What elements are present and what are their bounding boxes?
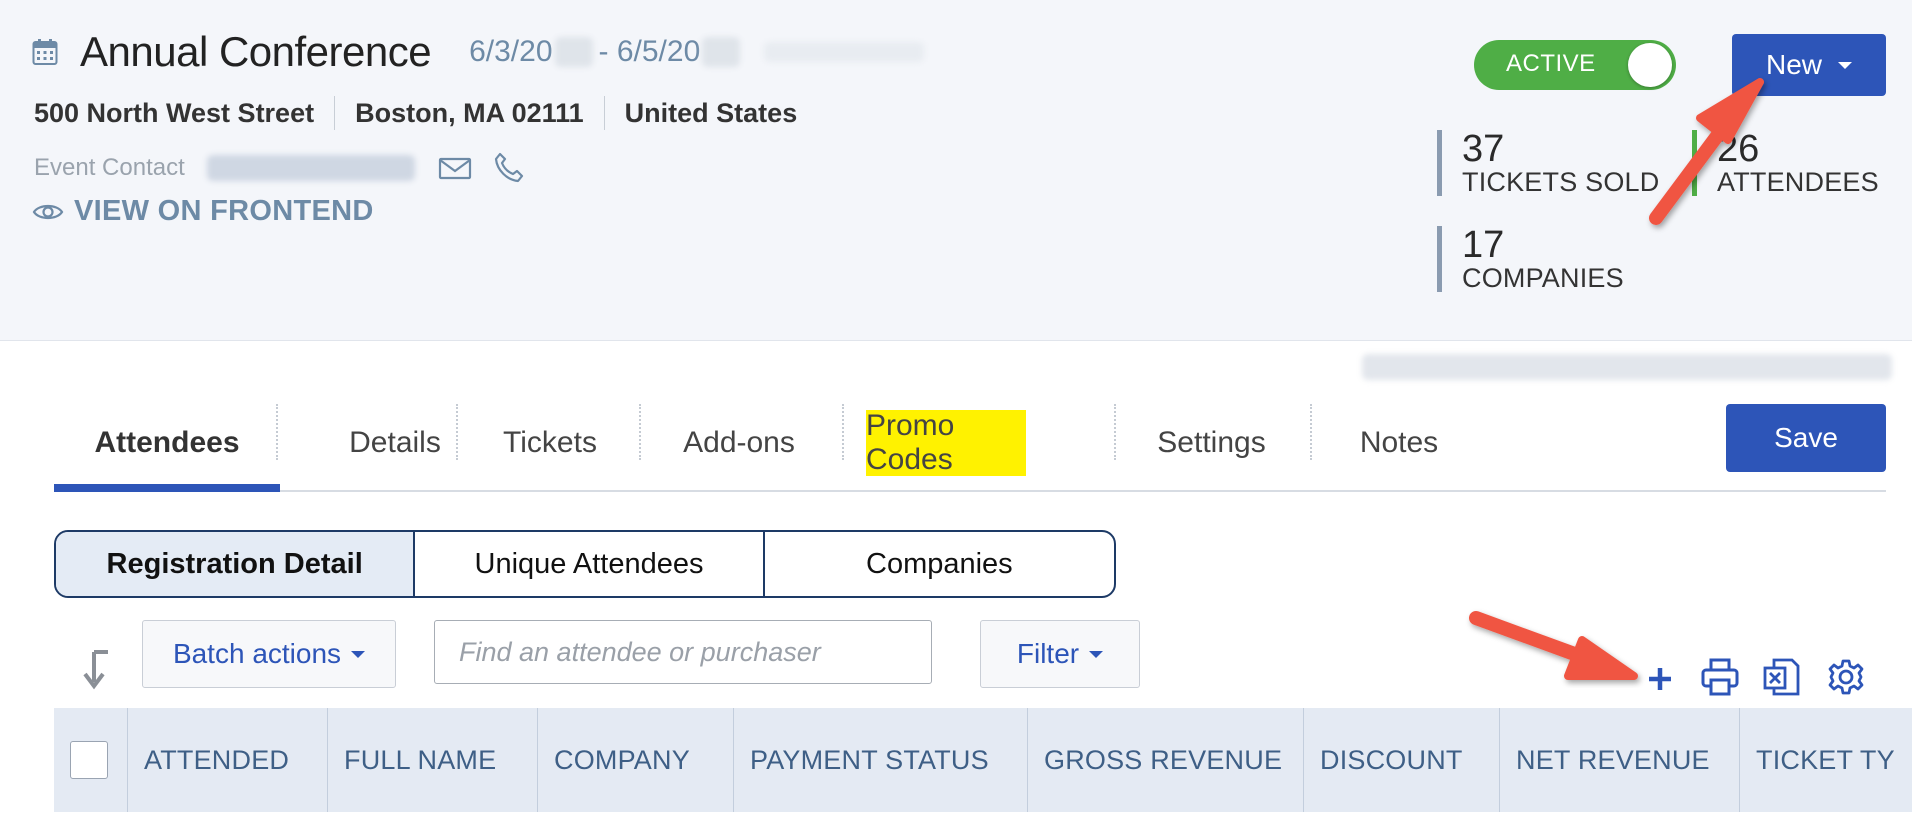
attendee-search-input[interactable]: [434, 620, 932, 684]
stat-companies: 17 COMPANIES: [1437, 226, 1624, 292]
column-label: ATTENDED: [144, 744, 290, 775]
tab-tickets[interactable]: Tickets: [456, 396, 644, 490]
tab-divider: [842, 404, 844, 460]
event-header: Annual Conference 6/3/20 - 6/5/20 500 No…: [0, 0, 1912, 341]
column-company[interactable]: COMPANY: [538, 708, 734, 812]
view-companies[interactable]: Companies: [762, 532, 1114, 596]
tab-label: Settings: [1157, 426, 1266, 459]
address-city: Boston, MA 02111: [355, 97, 584, 128]
phone-icon[interactable]: [491, 150, 527, 186]
stat-label: ATTENDEES: [1717, 167, 1879, 197]
tab-label: Notes: [1359, 426, 1439, 459]
select-all-cell: [54, 708, 128, 812]
column-attended[interactable]: ATTENDED: [128, 708, 328, 812]
event-address: 500 North West Street Boston, MA 02111 U…: [34, 96, 797, 130]
caret-down-icon: [351, 650, 366, 658]
stat-attendees: 26 ATTENDEES: [1692, 130, 1879, 196]
date-start: 6/3/20: [469, 35, 553, 68]
active-tab-indicator: [54, 484, 280, 492]
new-button[interactable]: New: [1732, 34, 1886, 96]
redacted-contact-name: [206, 155, 415, 181]
view-on-frontend-link[interactable]: VIEW ON FRONTEND: [32, 195, 374, 228]
save-button[interactable]: Save: [1726, 404, 1886, 472]
view-label: Unique Attendees: [474, 547, 704, 580]
column-label: GROSS REVENUE: [1044, 744, 1283, 775]
stat-value: 17: [1462, 224, 1505, 266]
tab-label: Tickets: [503, 426, 597, 459]
filter-dropdown[interactable]: Filter: [980, 620, 1140, 688]
tab-settings[interactable]: Settings: [1114, 396, 1309, 490]
toggle-knob: [1628, 43, 1672, 87]
tab-attendees[interactable]: Attendees: [54, 396, 280, 490]
column-label: COMPANY: [554, 744, 690, 775]
new-button-label: New: [1765, 49, 1822, 80]
select-all-checkbox[interactable]: [70, 741, 108, 779]
active-status-toggle[interactable]: ACTIVE: [1474, 40, 1676, 90]
stat-label: TICKETS SOLD: [1462, 167, 1660, 197]
redacted-year: [702, 37, 741, 67]
save-button-label: Save: [1774, 422, 1838, 453]
batch-actions-label: Batch actions: [172, 638, 342, 669]
gear-icon[interactable]: [1826, 656, 1866, 698]
column-label: FULL NAME: [344, 744, 497, 775]
column-label: PAYMENT STATUS: [750, 744, 989, 775]
print-icon[interactable]: [1700, 656, 1740, 698]
stat-label: COMPANIES: [1462, 263, 1624, 293]
view-switch: Registration Detail Unique Attendees Com…: [54, 530, 1116, 598]
address-country: United States: [624, 97, 798, 128]
column-full-name[interactable]: FULL NAME: [328, 708, 538, 812]
redacted-year: [554, 37, 593, 67]
event-contact-label: Event Contact: [34, 154, 185, 181]
tab-notes[interactable]: Notes: [1310, 396, 1488, 490]
view-label: Registration Detail: [106, 547, 363, 580]
tab-divider: [276, 404, 278, 460]
caret-down-icon: [1838, 61, 1852, 69]
tab-label: Details: [349, 426, 441, 459]
view-on-frontend-label: VIEW ON FRONTEND: [74, 195, 374, 227]
address-street: 500 North West Street: [34, 97, 315, 128]
tab-label: Attendees: [94, 426, 240, 459]
column-ticket-type[interactable]: TICKET TY: [1740, 708, 1912, 812]
column-payment-status[interactable]: PAYMENT STATUS: [734, 708, 1028, 812]
date-end: - 6/5/20: [598, 35, 701, 68]
filter-label: Filter: [1016, 638, 1080, 669]
attendee-table-header: ATTENDED FULL NAME COMPANY PAYMENT STATU…: [54, 708, 1912, 812]
column-label: NET REVENUE: [1516, 744, 1710, 775]
toggle-label: ACTIVE: [1506, 50, 1596, 77]
excel-export-icon[interactable]: [1762, 656, 1802, 698]
view-label: Companies: [866, 547, 1013, 580]
view-unique-attendees[interactable]: Unique Attendees: [413, 532, 762, 596]
event-contact-row: Event Contact: [34, 150, 545, 186]
stat-value: 37: [1462, 128, 1505, 170]
view-registration-detail[interactable]: Registration Detail: [56, 532, 414, 596]
event-tabs: Attendees Details Tickets Add-ons Promo …: [54, 396, 1886, 492]
divider: [334, 96, 336, 130]
batch-actions-dropdown[interactable]: Batch actions: [142, 620, 396, 688]
plus-icon[interactable]: [1640, 656, 1680, 698]
sort-arrow-icon[interactable]: [82, 648, 118, 692]
mail-icon[interactable]: [437, 150, 473, 186]
redacted-text: [764, 42, 925, 62]
tab-label: Promo Codes: [866, 409, 1026, 476]
tab-add-ons[interactable]: Add-ons: [639, 396, 839, 490]
stat-value: 26: [1717, 128, 1760, 170]
redacted-last-updated: [1362, 354, 1892, 380]
arrow-to-plus-icon: [1469, 611, 1638, 680]
stat-tickets-sold: 37 TICKETS SOLD: [1437, 130, 1659, 196]
tab-label: Add-ons: [683, 426, 795, 459]
column-net-revenue[interactable]: NET REVENUE: [1500, 708, 1740, 812]
column-discount[interactable]: DISCOUNT: [1304, 708, 1500, 812]
column-label: TICKET TY: [1756, 744, 1895, 775]
page-title: Annual Conference: [80, 28, 432, 75]
event-title-row: Annual Conference 6/3/20 - 6/5/20: [32, 28, 925, 76]
tab-promo-codes[interactable]: Promo Codes: [866, 396, 1026, 490]
divider: [603, 96, 605, 130]
column-gross-revenue[interactable]: GROSS REVENUE: [1028, 708, 1304, 812]
eye-icon: [32, 204, 64, 219]
event-dates: 6/3/20 - 6/5/20: [469, 35, 925, 69]
column-label: DISCOUNT: [1320, 744, 1463, 775]
caret-down-icon: [1089, 650, 1104, 658]
calendar-icon: [32, 39, 58, 65]
